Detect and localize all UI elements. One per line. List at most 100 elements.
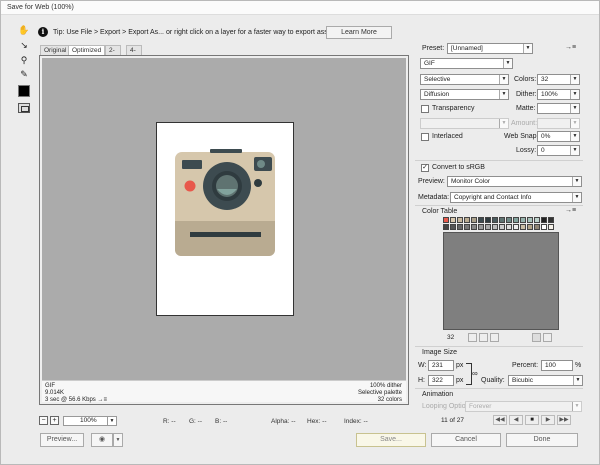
transparency-dither-select[interactable]: ▼ — [420, 118, 509, 129]
preview-color-select[interactable]: Monitor Color ▼ — [447, 176, 582, 187]
chevron-down-icon: ▼ — [503, 59, 512, 68]
web-shift-icon[interactable] — [479, 333, 488, 342]
color-reduction-select[interactable]: Selective ▼ — [420, 74, 509, 85]
new-color-icon[interactable] — [532, 333, 541, 342]
width-field[interactable]: 231 — [428, 360, 454, 371]
color-swatch[interactable] — [506, 224, 512, 230]
map-transparency-icon[interactable] — [468, 333, 477, 342]
photo-slot — [190, 232, 261, 237]
color-swatch[interactable] — [478, 217, 484, 223]
color-table-menu-icon[interactable]: →≡ — [565, 207, 576, 214]
color-swatch[interactable] — [499, 217, 505, 223]
color-swatch[interactable] — [471, 224, 477, 230]
looping-options-select[interactable]: Forever ▼ — [465, 401, 582, 412]
eyedropper-color-swatch[interactable] — [18, 85, 30, 97]
color-swatch[interactable] — [548, 224, 554, 230]
divider — [415, 346, 583, 347]
tab-2-up[interactable]: 2-Up — [105, 45, 122, 64]
height-field[interactable]: 322 — [428, 375, 454, 386]
amount-field[interactable]: ▼ — [537, 118, 580, 129]
color-swatch[interactable] — [520, 217, 526, 223]
next-frame-icon[interactable]: ▶▶ — [557, 415, 571, 425]
color-swatch[interactable] — [492, 224, 498, 230]
color-swatch[interactable] — [478, 224, 484, 230]
color-swatch[interactable] — [513, 217, 519, 223]
color-swatch[interactable] — [450, 217, 456, 223]
color-swatch[interactable] — [457, 224, 463, 230]
color-swatch[interactable] — [471, 217, 477, 223]
learn-more-button[interactable]: Learn More — [326, 26, 392, 39]
status-palette: Selective palette — [357, 390, 402, 396]
zoom-icon[interactable]: ⚲ — [16, 53, 32, 67]
color-swatch[interactable] — [541, 217, 547, 223]
link-chain-icon[interactable]: ∞ — [472, 369, 478, 378]
color-swatch[interactable] — [527, 217, 533, 223]
eyedropper-icon[interactable]: ✎ — [16, 67, 32, 81]
color-swatch[interactable] — [527, 224, 533, 230]
stop-icon[interactable]: ■ — [525, 415, 539, 425]
toggle-slices-icon[interactable] — [18, 103, 30, 113]
quality-select[interactable]: Bicubic ▼ — [508, 375, 583, 386]
color-swatch[interactable] — [513, 224, 519, 230]
tab-4-up[interactable]: 4-Up — [126, 45, 143, 64]
metadata-select[interactable]: Copyright and Contact Info ▼ — [450, 192, 582, 203]
lossy-field[interactable]: 0 ▼ — [537, 145, 580, 156]
zoom-level-value: 100% — [80, 417, 97, 424]
interlaced-checkbox[interactable] — [421, 133, 429, 141]
tab-original[interactable]: Original — [40, 45, 71, 55]
status-colors: 32 colors — [377, 397, 402, 403]
color-swatch[interactable] — [464, 217, 470, 223]
width-value: 231 — [432, 362, 443, 369]
percent-field[interactable]: 100 — [541, 360, 573, 371]
color-swatch[interactable] — [464, 224, 470, 230]
hand-icon[interactable]: ✋ — [16, 23, 32, 37]
color-swatch[interactable] — [450, 224, 456, 230]
device-central-menu-icon[interactable]: ▼ — [113, 433, 123, 447]
lock-color-icon[interactable] — [490, 333, 499, 342]
color-swatch[interactable] — [534, 217, 540, 223]
dither-amount-field[interactable]: 100% ▼ — [537, 89, 580, 100]
web-snap-field[interactable]: 0% ▼ — [537, 131, 580, 142]
first-frame-icon[interactable]: ◀◀ — [493, 415, 507, 425]
delete-color-icon[interactable] — [543, 333, 552, 342]
color-swatch[interactable] — [534, 224, 540, 230]
done-button[interactable]: Done — [506, 433, 578, 447]
color-swatch[interactable] — [485, 224, 491, 230]
matte-select[interactable]: ▼ — [537, 103, 580, 114]
previous-frame-icon[interactable]: ◀ — [509, 415, 523, 425]
zoom-out-button[interactable]: − — [39, 416, 48, 425]
shutter-button — [210, 149, 242, 153]
color-swatch[interactable] — [485, 217, 491, 223]
color-swatch[interactable] — [443, 217, 449, 223]
preset-select[interactable]: [Unnamed] ▼ — [447, 43, 533, 54]
zoom-in-button[interactable]: + — [50, 416, 59, 425]
color-swatch[interactable] — [499, 224, 505, 230]
device-central-icon[interactable]: ◉ — [91, 433, 113, 447]
tab-optimized[interactable]: Optimized — [68, 45, 106, 55]
slice-select-icon[interactable]: ↘ — [16, 38, 32, 52]
play-icon[interactable]: ▶ — [541, 415, 555, 425]
dither-algorithm-select[interactable]: Diffusion ▼ — [420, 89, 509, 100]
zoom-level-select[interactable]: 100% ▼ — [63, 416, 117, 426]
file-format-select[interactable]: GIF ▼ — [420, 58, 513, 69]
colors-select[interactable]: 32 ▼ — [537, 74, 580, 85]
color-table-area[interactable] — [443, 232, 559, 330]
info-bar: − + 100% ▼ R: -- G: -- B: -- Alpha: -- H… — [39, 414, 411, 428]
color-swatch[interactable] — [457, 217, 463, 223]
preview-button[interactable]: Preview... — [40, 433, 84, 447]
color-swatch[interactable] — [541, 224, 547, 230]
color-count: 32 — [447, 334, 455, 341]
color-swatch[interactable] — [520, 224, 526, 230]
save-button[interactable]: Save... — [356, 433, 426, 447]
transparency-checkbox[interactable] — [421, 105, 429, 113]
status-menu-icon[interactable]: →≡ — [97, 397, 107, 403]
preview-canvas[interactable] — [42, 58, 406, 380]
convert-srgb-checkbox[interactable]: ✓ — [421, 164, 429, 172]
color-swatch[interactable] — [506, 217, 512, 223]
color-swatch[interactable] — [443, 224, 449, 230]
color-swatch[interactable] — [492, 217, 498, 223]
optimize-menu-icon[interactable]: →≡ — [565, 44, 576, 51]
cancel-button[interactable]: Cancel — [431, 433, 501, 447]
color-swatch[interactable] — [548, 217, 554, 223]
chevron-down-icon: ▼ — [499, 90, 508, 99]
